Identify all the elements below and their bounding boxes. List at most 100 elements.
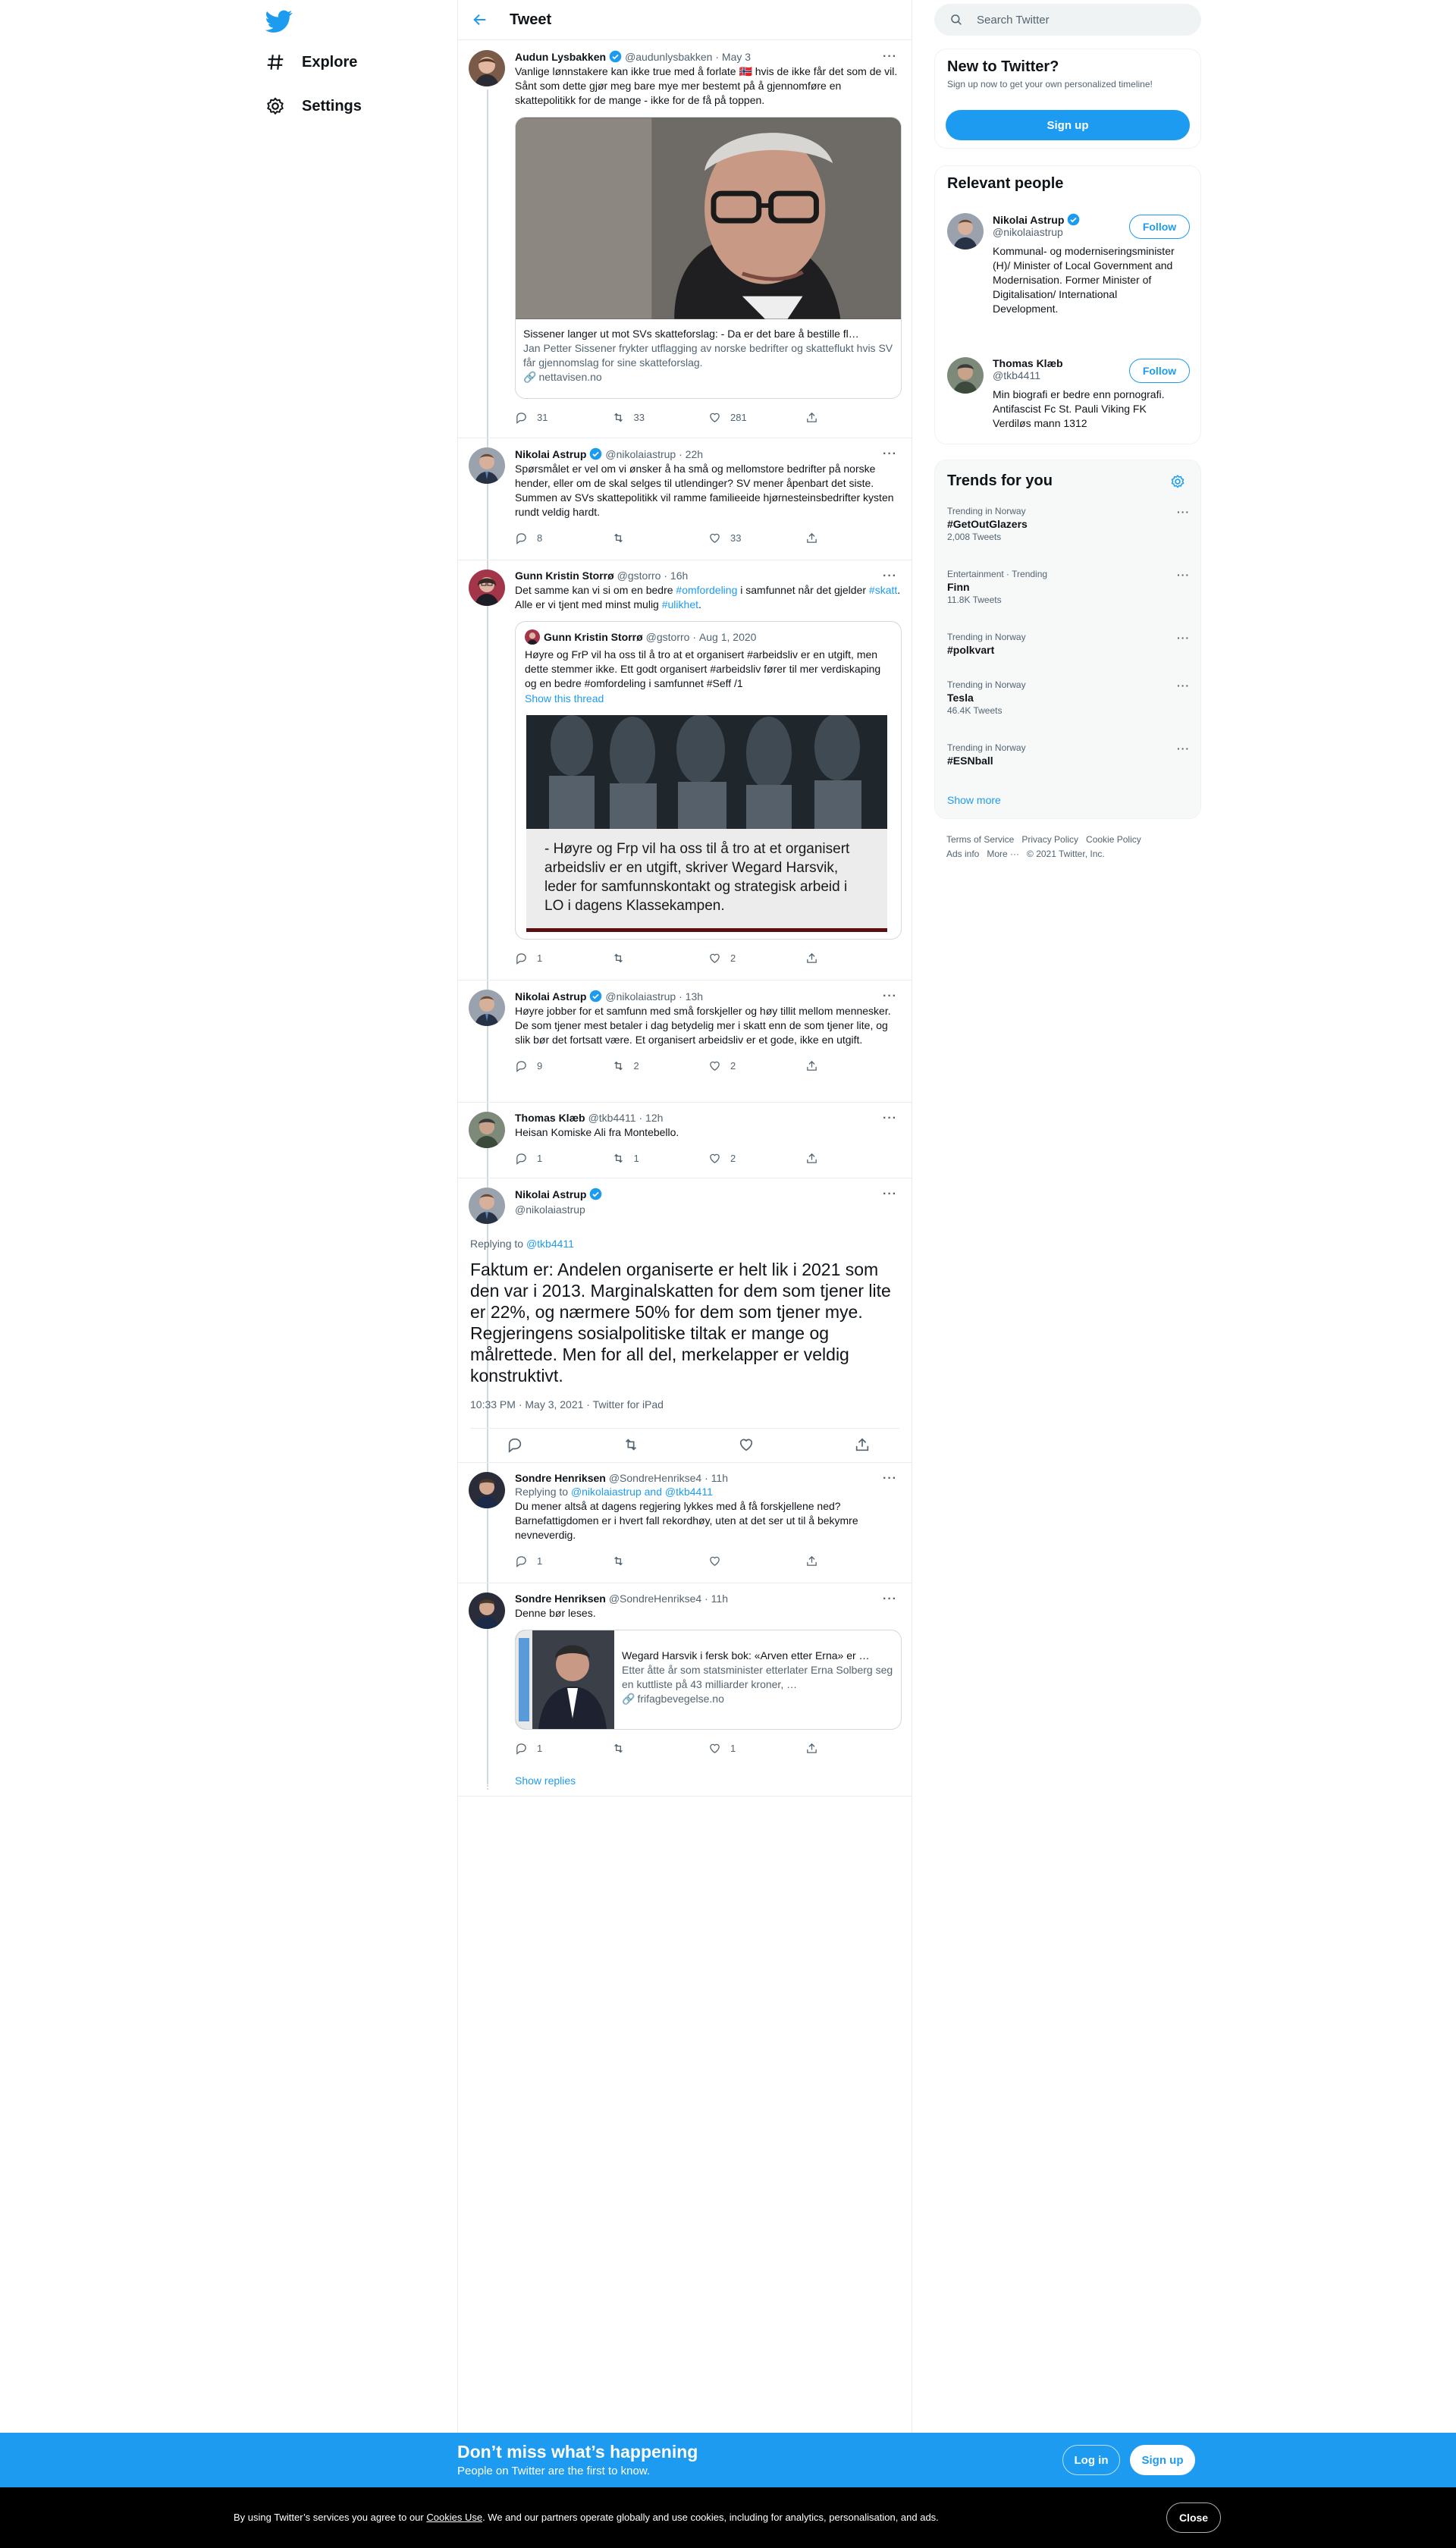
share-button[interactable] [805, 1742, 902, 1755]
trend-item[interactable]: Trending in Norway #polkvart ··· [947, 632, 1190, 656]
avatar[interactable] [947, 357, 984, 394]
avatar[interactable] [469, 1472, 505, 1508]
author-name[interactable]: Gunn Kristin Storrø [515, 570, 614, 582]
author-name[interactable]: Nikolai Astrup [515, 448, 586, 460]
show-more-link[interactable]: Show more [947, 794, 1001, 806]
avatar[interactable] [469, 1592, 505, 1629]
reply-icon[interactable] [507, 1436, 523, 1453]
author-handle[interactable]: @SondreHenrikse4 [609, 1592, 701, 1605]
gear-icon[interactable] [1170, 474, 1185, 489]
show-thread-link[interactable]: Show this thread [525, 692, 892, 704]
retweet-button[interactable] [612, 1742, 709, 1755]
person-name[interactable]: Thomas Klæb [993, 357, 1129, 369]
follow-button[interactable]: Follow [1129, 215, 1190, 239]
avatar[interactable] [947, 213, 984, 249]
reply-button[interactable]: 8 [515, 532, 612, 544]
author-name[interactable]: Nikolai Astrup [515, 990, 586, 1003]
trend-item[interactable]: Entertainment · Trending Finn 11.8K Tweets… [947, 569, 1190, 605]
reply-button[interactable]: 31 [515, 411, 612, 424]
mention-link[interactable]: @nikolaiastrup and @tkb4411 [571, 1486, 713, 1498]
share-button[interactable] [805, 1059, 902, 1072]
author-handle[interactable]: @gstorro [617, 570, 661, 582]
more-options-icon[interactable]: ··· [883, 1472, 897, 1486]
author-handle[interactable]: @audunlysbakken [625, 51, 712, 63]
back-arrow-icon[interactable] [472, 11, 488, 28]
tweet-time[interactable]: 13h [686, 990, 703, 1003]
avatar[interactable] [469, 447, 505, 484]
retweet-icon[interactable] [623, 1436, 639, 1453]
reply-button[interactable]: 9 [515, 1059, 612, 1072]
link-card[interactable]: Wegard Harsvik i fersk bok: «Arven etter… [515, 1630, 902, 1730]
avatar[interactable] [469, 1188, 505, 1224]
trend-item[interactable]: Trending in Norway Tesla 46.4K Tweets ··· [947, 679, 1190, 716]
more-options-icon[interactable]: ··· [883, 570, 897, 583]
more-options-icon[interactable]: ··· [883, 1592, 897, 1606]
show-replies-link[interactable]: Show replies [515, 1774, 576, 1787]
hashtag-link[interactable]: #skatt [869, 584, 897, 596]
author-handle[interactable]: @nikolaiastrup [605, 448, 676, 460]
more-options-icon[interactable]: ··· [883, 990, 897, 1003]
author-name[interactable]: Thomas Klæb [515, 1112, 585, 1124]
share-button[interactable] [805, 532, 902, 544]
search-box[interactable]: Search Twitter [934, 4, 1201, 36]
hashtag-link[interactable]: #omfordeling [676, 584, 737, 596]
hashtag-link[interactable]: #ulikhet [662, 598, 698, 610]
more-options-icon[interactable]: ··· [1177, 506, 1190, 518]
cookies-use-link[interactable]: Cookies Use [426, 2512, 482, 2523]
more-options-icon[interactable]: ··· [883, 1188, 897, 1201]
quoted-tweet[interactable]: Gunn Kristin Storrø @gstorro · Aug 1, 20… [515, 621, 902, 940]
author-name[interactable]: Sondre Henriksen [515, 1592, 606, 1605]
person-name[interactable]: Nikolai Astrup [993, 214, 1064, 226]
more-options-icon[interactable]: ··· [1177, 632, 1190, 644]
avatar[interactable] [469, 50, 505, 86]
more-options-icon[interactable]: ··· [1177, 679, 1190, 692]
like-button[interactable]: 2 [708, 1152, 805, 1165]
follow-button[interactable]: Follow [1129, 359, 1190, 383]
retweet-button[interactable]: 2 [612, 1059, 709, 1072]
like-button[interactable]: 33 [708, 532, 805, 544]
like-button[interactable]: 281 [708, 411, 805, 424]
signup-button[interactable]: Sign up [946, 110, 1190, 140]
tweet-time[interactable]: May 3 [722, 51, 751, 63]
author-name[interactable]: Nikolai Astrup [515, 1188, 586, 1200]
signup-button[interactable]: Sign up [1130, 2445, 1195, 2475]
reply-button[interactable]: 1 [515, 1555, 612, 1567]
more-options-icon[interactable]: ··· [883, 50, 897, 64]
tweet-time[interactable]: 12h [645, 1112, 663, 1124]
tweet-time[interactable]: 22h [686, 448, 703, 460]
author-name[interactable]: Audun Lysbakken [515, 51, 606, 63]
share-button[interactable] [805, 1555, 902, 1567]
share-button[interactable] [805, 411, 902, 424]
tweet-time[interactable]: 11h [711, 1472, 728, 1484]
like-button[interactable]: 1 [708, 1742, 805, 1755]
trend-item[interactable]: Trending in Norway #ESNball ··· [947, 742, 1190, 767]
author-handle[interactable]: @SondreHenrikse4 [609, 1472, 701, 1484]
retweet-button[interactable] [612, 1555, 709, 1567]
avatar[interactable] [469, 990, 505, 1026]
more-options-icon[interactable]: ··· [883, 1112, 897, 1125]
author-handle[interactable]: @nikolaiastrup [605, 990, 676, 1003]
like-button[interactable]: 2 [708, 1059, 805, 1072]
share-button[interactable] [805, 952, 902, 965]
trend-item[interactable]: Trending in Norway #GetOutGlazers 2,008 Tw… [947, 506, 1190, 542]
tweet-time[interactable]: 11h [711, 1592, 728, 1605]
reply-button[interactable]: 1 [515, 1152, 612, 1165]
more-options-icon[interactable]: ··· [883, 447, 897, 461]
reply-button[interactable]: 1 [515, 1742, 612, 1755]
avatar[interactable] [469, 1112, 505, 1148]
more-options-icon[interactable]: ··· [1177, 569, 1190, 581]
login-button[interactable]: Log in [1062, 2445, 1120, 2475]
nav-settings[interactable]: Settings [265, 91, 362, 121]
more-options-icon[interactable]: ··· [1177, 742, 1190, 755]
author-name[interactable]: Sondre Henriksen [515, 1472, 606, 1484]
like-button[interactable]: 2 [708, 952, 805, 965]
retweet-button[interactable] [612, 532, 709, 544]
retweet-button[interactable]: 1 [612, 1152, 709, 1165]
retweet-button[interactable]: 33 [612, 411, 709, 424]
nav-explore[interactable]: Explore [265, 47, 357, 77]
avatar[interactable] [469, 570, 505, 606]
reply-button[interactable]: 1 [515, 952, 612, 965]
author-handle[interactable]: @tkb4411 [588, 1112, 636, 1124]
tweet-timestamp[interactable]: 10:33 PM · May 3, 2021 · Twitter for iPa… [470, 1398, 902, 1410]
footer-links[interactable]: Terms of Service Privacy Policy Cookie P… [946, 833, 1141, 861]
